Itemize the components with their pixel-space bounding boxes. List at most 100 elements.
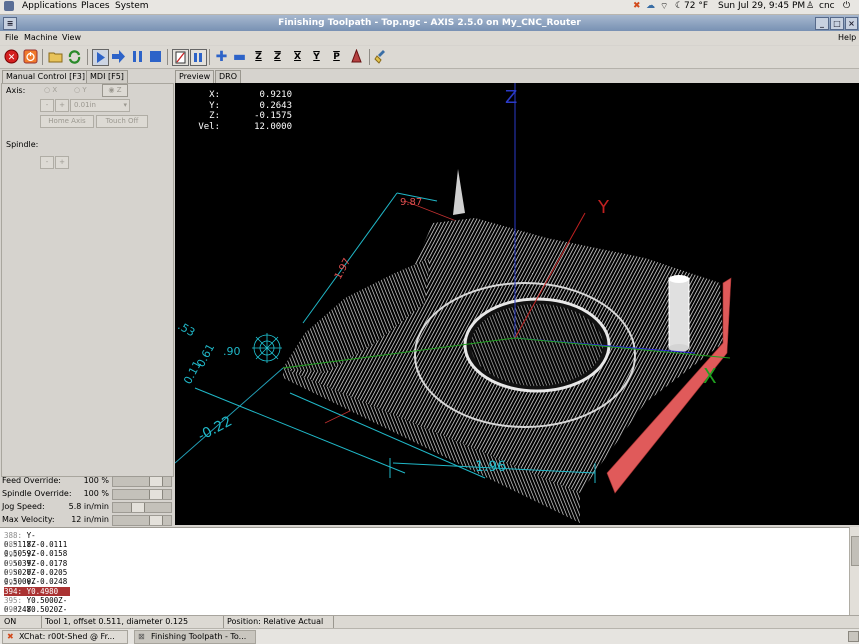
- slider-knob[interactable]: [131, 503, 145, 512]
- stop-icon[interactable]: [148, 49, 163, 64]
- window-titlebar[interactable]: ≡ Finishing Toolpath - Top.ngc - AXIS 2.…: [0, 15, 859, 31]
- axis-radio-x[interactable]: ○ X: [44, 86, 57, 94]
- slider-label: Max Velocity:: [2, 515, 55, 524]
- network-icon[interactable]: ☁: [646, 1, 655, 11]
- line-number: 393:: [4, 577, 23, 587]
- gcode-listing[interactable]: 388: Y-0.5118Z-0.0111 389: Y-0.5059Z-0.01…: [0, 527, 849, 623]
- dro-row: X: 0.9210: [194, 90, 292, 101]
- workspace-switcher[interactable]: [848, 631, 859, 642]
- datetime[interactable]: Sun Jul 29, 9:45 PM: [718, 1, 805, 11]
- menu-view[interactable]: View: [62, 33, 81, 42]
- spindle-minus-button[interactable]: -: [40, 156, 54, 169]
- slider-row: Feed Override: 100 %: [0, 475, 173, 487]
- axis-radio-y[interactable]: ○ Y: [74, 86, 87, 94]
- slider-knob[interactable]: [149, 477, 163, 486]
- window-menu-icon[interactable]: ≡: [3, 17, 17, 30]
- view-z2-icon[interactable]: Z: [270, 49, 285, 64]
- gcode-line[interactable]: 390: Y-0.5039Z-0.0178: [4, 549, 70, 568]
- reload-icon[interactable]: [67, 49, 82, 64]
- menu-machine[interactable]: Machine: [24, 33, 58, 42]
- gcode-line[interactable]: 393: Y-0.4980Z-0.1575: [4, 577, 70, 596]
- zoom-in-icon[interactable]: ✚: [214, 49, 229, 65]
- weather-temp[interactable]: 72 °F: [684, 1, 708, 11]
- shutdown-icon[interactable]: ⏻: [843, 1, 850, 11]
- tab-manual-control[interactable]: Manual Control [F3]: [2, 70, 90, 83]
- gcode-line[interactable]: 396: Y0.5020Z-0.0205: [4, 605, 70, 623]
- optional-stop-icon[interactable]: [190, 49, 207, 66]
- estop-icon[interactable]: ✕: [4, 49, 19, 64]
- block-delete-icon[interactable]: [172, 49, 189, 66]
- jog-plus-button[interactable]: +: [55, 99, 69, 112]
- toolpath-3d-view: Y X Z 9.87 1.97 1.96 -0.22 .53 0.61 .90 …: [174, 83, 732, 523]
- gcode-line[interactable]: 389: Y-0.5059Z-0.0158: [4, 540, 70, 558]
- top-panel: Applications Places System ✖ ☁ ⌔ ☾ 72 °F…: [0, 0, 859, 15]
- menu-applications[interactable]: Applications: [22, 1, 77, 11]
- close-icon[interactable]: ×: [845, 17, 858, 30]
- touch-off-button[interactable]: Touch Off: [96, 115, 148, 128]
- view-y-icon[interactable]: Y: [309, 49, 324, 64]
- toolbar: ✕ ✚ ▬ Z Z X Y P: [0, 46, 859, 69]
- slider-track[interactable]: [112, 502, 172, 513]
- dro-value: 0.9210: [259, 90, 292, 100]
- minimize-icon[interactable]: _: [815, 17, 829, 30]
- toolpath-preview[interactable]: Y X Z 9.87 1.97 1.96 -0.22 .53 0.61 .90 …: [174, 83, 859, 525]
- menu-places[interactable]: Places: [81, 1, 110, 11]
- task-xchat[interactable]: ✖ XChat: r00t-Shed @ Fr...: [2, 630, 128, 644]
- slider-track[interactable]: [112, 489, 172, 500]
- dim-label-7: .90: [223, 345, 241, 358]
- dro-readout: X: 0.9210 Y: 0.2643 Z: -0.1575 Vel: 12.0000: [194, 90, 292, 132]
- view-x-icon[interactable]: X: [290, 49, 305, 64]
- dim-label-3: 1.96: [475, 459, 506, 475]
- task-axis[interactable]: ⊠ Finishing Toolpath - To...: [134, 630, 256, 644]
- slider-knob[interactable]: [149, 516, 163, 525]
- axis-radio-z[interactable]: ◉ Z: [102, 84, 128, 97]
- view-p-icon[interactable]: P: [329, 49, 344, 64]
- zoom-out-icon[interactable]: ▬: [232, 49, 247, 65]
- user-name[interactable]: cnc: [819, 1, 835, 11]
- moon-icon: ☾: [675, 1, 684, 11]
- dro-axis: Y:: [209, 100, 220, 111]
- maximize-icon[interactable]: □: [830, 17, 844, 30]
- menubar: File Machine View Help: [0, 31, 859, 45]
- applications-icon[interactable]: [4, 1, 14, 12]
- slider-knob[interactable]: [149, 490, 163, 499]
- jog-minus-button[interactable]: -: [40, 99, 54, 112]
- wifi-icon[interactable]: ⌔: [660, 1, 668, 12]
- clear-plot-icon[interactable]: [374, 49, 389, 64]
- spindle-plus-button[interactable]: +: [55, 156, 69, 169]
- power-icon[interactable]: [23, 49, 38, 64]
- gcode-line[interactable]: 392: Y-0.5000Z-0.0248: [4, 568, 70, 586]
- gcode-scrollbar[interactable]: [849, 527, 859, 615]
- scrollbar-thumb[interactable]: [851, 536, 859, 566]
- tool-cylinder: [668, 277, 690, 349]
- slider-value: 100 %: [83, 476, 109, 485]
- line-number: 395:: [4, 596, 23, 606]
- tab-dro[interactable]: DRO: [215, 70, 242, 83]
- line-number: 390:: [4, 549, 23, 559]
- gcode-line[interactable]: 395: Y0.5000Z-0.0248: [4, 596, 70, 614]
- slider-label: Feed Override:: [2, 476, 61, 485]
- gcode-line[interactable]: 391: Y-0.5020Z-0.0205: [4, 559, 70, 577]
- pause-icon[interactable]: [130, 49, 145, 64]
- increment-select[interactable]: 0.01in ▾: [70, 99, 130, 112]
- run-icon[interactable]: [92, 49, 109, 66]
- gcode-line[interactable]: 388: Y-0.5118Z-0.0111: [4, 531, 70, 549]
- open-file-icon[interactable]: [48, 49, 63, 64]
- gcode-line-current[interactable]: 394: Y0.4980: [4, 586, 70, 596]
- view-z-icon[interactable]: Z: [251, 49, 266, 64]
- line-number: 396:: [4, 605, 23, 615]
- slider-track[interactable]: [112, 515, 172, 526]
- dro-row: Vel: 12.0000: [194, 122, 292, 133]
- slider-track[interactable]: [112, 476, 172, 487]
- home-axis-button[interactable]: Home Axis: [40, 115, 94, 128]
- position-mode: Position: Relative Actual: [227, 617, 324, 626]
- alert-icon[interactable]: ✖: [633, 1, 641, 11]
- tab-preview[interactable]: Preview: [175, 70, 215, 83]
- step-icon[interactable]: [111, 49, 126, 64]
- tab-mdi[interactable]: MDI [F5]: [86, 70, 128, 83]
- menu-file[interactable]: File: [5, 33, 18, 42]
- rotate-icon[interactable]: [349, 49, 364, 64]
- line-number: 388:: [4, 531, 23, 540]
- menu-system[interactable]: System: [115, 1, 149, 11]
- menu-help[interactable]: Help: [838, 33, 856, 42]
